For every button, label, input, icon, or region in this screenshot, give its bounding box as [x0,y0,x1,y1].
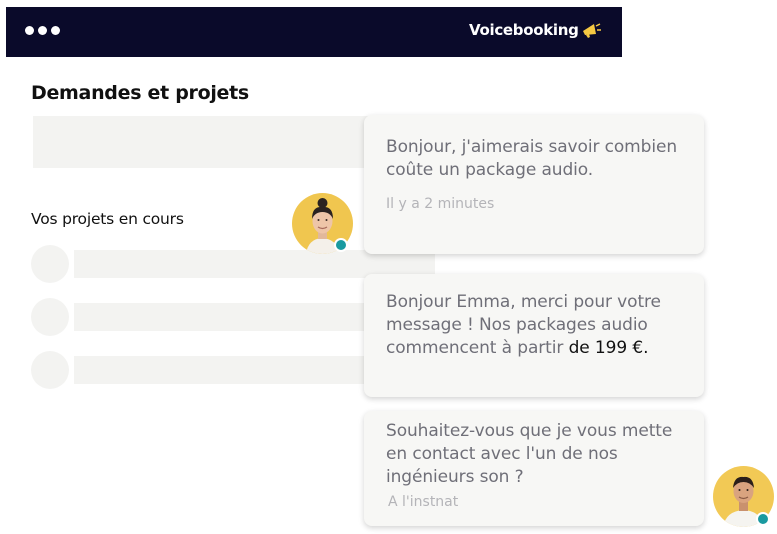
brand-name: Voicebooking [469,21,579,39]
chat-message: Bonjour Emma, merci pour votre message !… [364,274,704,397]
request-placeholder [33,116,378,168]
message-text: Souhaitez-vous que je vous mette en cont… [386,421,673,487]
chat-message: Souhaitez-vous que je vous mette en cont… [364,411,704,526]
agent-avatar[interactable] [713,466,774,527]
page-title: Demandes et projets [31,82,249,104]
message-text: Bonjour, j'aimerais savoir combien coûte… [386,137,677,180]
online-status-dot [334,238,348,252]
chat-message: Bonjour, j'aimerais savoir combien coûte… [364,115,704,254]
project-bar-placeholder [74,303,374,331]
price-highlight: de 199 €. [568,338,649,358]
megaphone-icon [581,22,601,38]
project-avatar-placeholder [31,245,69,283]
top-bar: Voicebooking [6,7,622,57]
message-time: A l'instnat [388,494,459,510]
brand-logo[interactable]: Voicebooking [469,21,601,39]
more-menu-icon[interactable] [25,26,60,35]
project-avatar-placeholder [31,298,69,336]
project-avatar-placeholder [31,351,69,389]
customer-avatar[interactable] [292,193,353,254]
section-title: Vos projets en cours [31,210,184,228]
online-status-dot [756,512,770,526]
project-bar-placeholder [74,356,374,384]
message-text: Bonjour Emma, merci pour votre message !… [386,291,682,360]
message-time: Il y a 2 minutes [386,196,495,212]
